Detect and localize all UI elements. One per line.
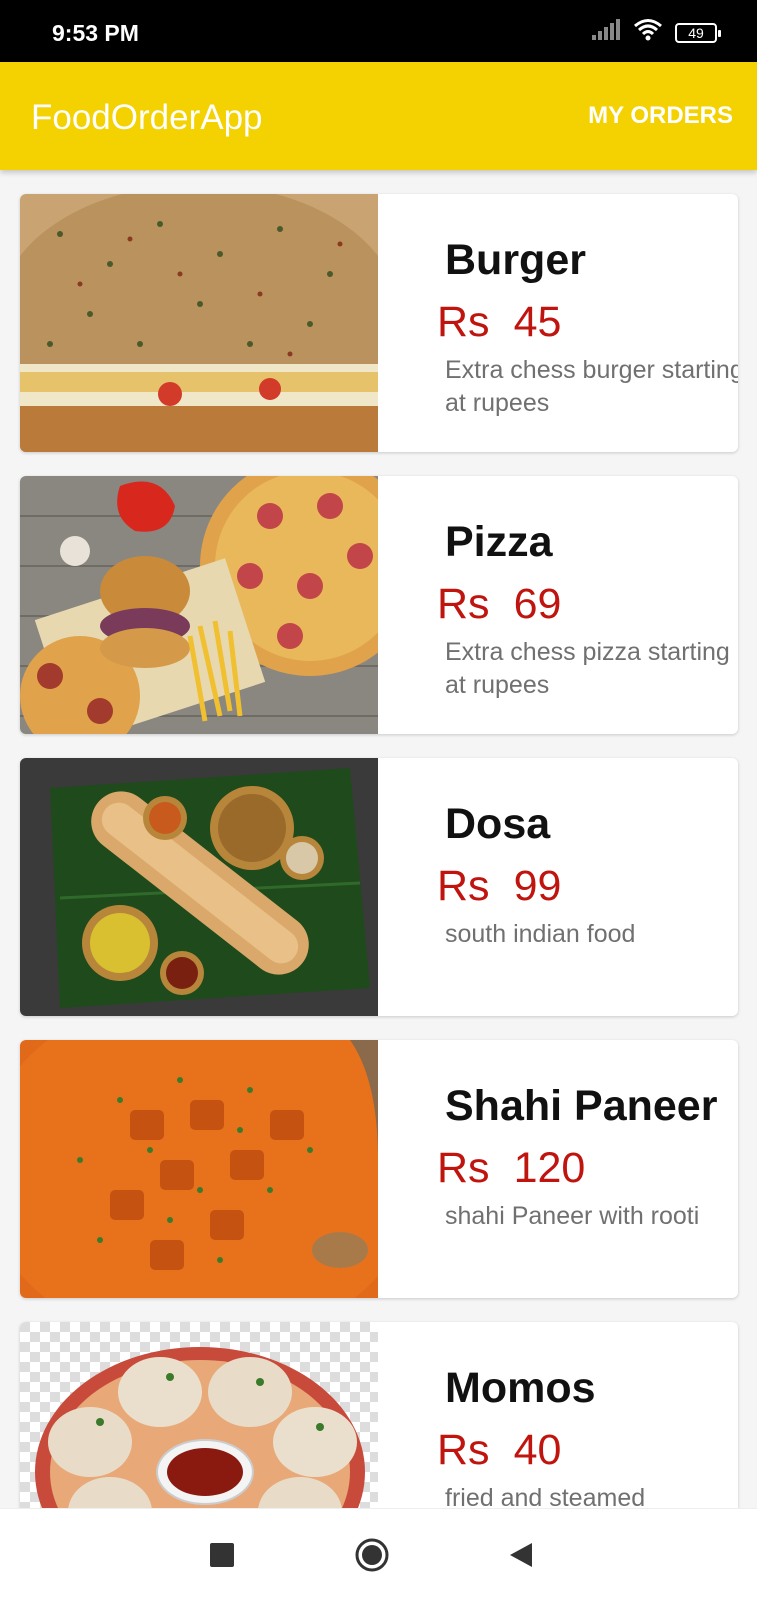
food-info: Shahi Paneer Rs 120 shahi Paneer with roo… (417, 1040, 738, 1298)
food-description: fried and steamed (445, 1484, 646, 1508)
wifi-icon (633, 18, 663, 47)
price-value: 40 (513, 1426, 562, 1474)
price-currency: Rs (437, 862, 490, 910)
food-info: Momos Rs 40 fried and steamed (417, 1322, 738, 1508)
price-currency: Rs (437, 1144, 490, 1192)
food-description: shahi Paneer with rooti (445, 1202, 700, 1230)
home-icon[interactable] (352, 1535, 392, 1575)
food-card-shahi-paneer[interactable]: Shahi Paneer Rs 120 shahi Paneer with roo… (20, 1040, 738, 1298)
price-currency: Rs (437, 580, 490, 628)
food-price: Rs 69 (437, 580, 561, 629)
food-info: Burger Rs 45 Extra chess burger starting … (417, 194, 738, 452)
back-icon[interactable] (502, 1535, 542, 1575)
price-value: 45 (513, 298, 562, 346)
pizza-image (20, 476, 378, 734)
price-value: 69 (513, 580, 562, 628)
app-bar: FoodOrderApp MY ORDERS (0, 62, 757, 170)
dosa-image (20, 758, 378, 1016)
food-price: Rs 120 (437, 1144, 585, 1193)
food-name: Pizza (445, 518, 553, 566)
food-price: Rs 99 (437, 862, 561, 911)
battery-icon: 49 (675, 22, 721, 43)
navigation-bar (0, 1508, 757, 1601)
price-currency: Rs (437, 1426, 490, 1474)
food-card-momos[interactable]: Momos Rs 40 fried and steamed (20, 1322, 738, 1508)
food-name: Momos (445, 1364, 596, 1412)
price-value: 99 (513, 862, 562, 910)
food-name: Burger (445, 236, 586, 284)
status-time: 9:53 PM (52, 20, 139, 46)
momos-image (20, 1322, 378, 1508)
shahi-paneer-image (20, 1040, 378, 1298)
food-description: Extra chess pizza starting at rupees (445, 638, 730, 699)
food-info: Pizza Rs 69 Extra chess pizza starting at… (417, 476, 738, 734)
price-value: 120 (513, 1144, 586, 1192)
my-orders-button[interactable]: MY ORDERS (588, 102, 733, 130)
status-icons: 49 (591, 18, 721, 47)
food-info: Dosa Rs 99 south indian food (417, 758, 738, 1016)
price-currency: Rs (437, 298, 490, 346)
burger-image (20, 194, 378, 452)
status-bar: 9:53 PM 49 (0, 0, 757, 62)
food-card-pizza[interactable]: Pizza Rs 69 Extra chess pizza starting at… (20, 476, 738, 734)
recents-icon[interactable] (202, 1535, 242, 1575)
food-description: Extra chess burger starting at rupees (445, 356, 738, 417)
food-name: Shahi Paneer (445, 1082, 718, 1130)
signal-icon (591, 19, 621, 46)
food-list[interactable]: Burger Rs 45 Extra chess burger starting … (0, 170, 757, 1508)
food-price: Rs 45 (437, 298, 561, 347)
food-name: Dosa (445, 800, 551, 848)
food-description: south indian food (445, 920, 636, 948)
app-title: FoodOrderApp (31, 98, 263, 137)
food-price: Rs 40 (437, 1426, 561, 1475)
food-card-burger[interactable]: Burger Rs 45 Extra chess burger starting … (20, 194, 738, 452)
food-card-dosa[interactable]: Dosa Rs 99 south indian food (20, 758, 738, 1016)
